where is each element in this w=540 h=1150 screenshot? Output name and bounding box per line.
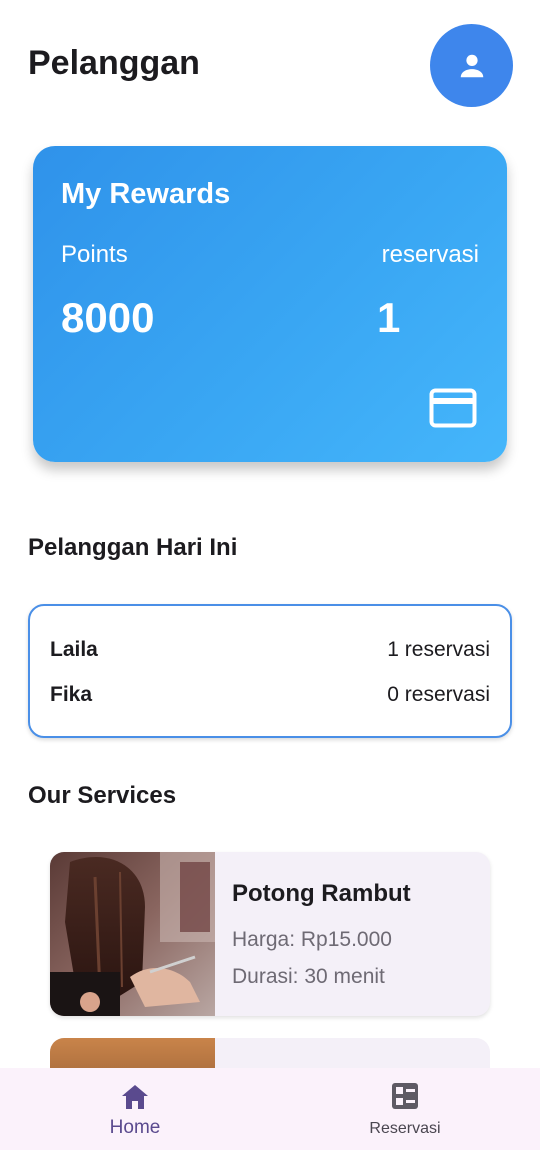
services-section-title: Our Services	[28, 782, 177, 809]
person-icon	[460, 54, 483, 77]
page-title: Pelanggan	[28, 44, 200, 82]
app-screen: Pelanggan My Rewards Points 8000 reserva…	[0, 0, 540, 1150]
customer-reservations: 1 reservasi	[387, 638, 490, 661]
service-name: Potong Rambut	[232, 880, 411, 907]
nav-item-reservasi[interactable]: Reservasi	[270, 1068, 540, 1150]
rewards-title: My Rewards	[61, 178, 231, 210]
customer-reservations: 0 reservasi	[387, 683, 490, 706]
service-duration: Durasi: 30 menit	[232, 965, 385, 988]
nav-item-home[interactable]: Home	[0, 1068, 270, 1150]
today-customers-box: Laila 1 reservasi Fika 0 reservasi	[28, 604, 512, 738]
credit-card-icon	[429, 388, 477, 428]
home-icon	[122, 1085, 148, 1109]
customer-row: Laila 1 reservasi	[50, 638, 490, 662]
nav-label-home: Home	[109, 1117, 161, 1138]
list-icon	[392, 1083, 418, 1109]
nav-label-reservasi: Reservasi	[369, 1120, 441, 1137]
service-price: Harga: Rp15.000	[232, 928, 392, 951]
reservations-label: reservasi	[381, 241, 479, 268]
haircut-photo	[50, 852, 215, 1016]
service-card[interactable]: Potong Rambut Harga: Rp15.000 Durasi: 30…	[50, 852, 490, 1016]
today-section-title: Pelanggan Hari Ini	[28, 534, 238, 561]
rewards-card: My Rewards Points 8000 reservasi 1	[33, 146, 507, 462]
profile-button[interactable]	[430, 24, 513, 107]
reservations-value: 1	[377, 294, 401, 341]
customer-name: Fika	[50, 683, 93, 706]
bottom-nav: Home Reservasi	[0, 1068, 540, 1150]
points-value: 8000	[61, 294, 155, 341]
customer-name: Laila	[50, 638, 98, 661]
customer-row: Fika 0 reservasi	[50, 683, 490, 707]
points-label: Points	[61, 241, 128, 268]
